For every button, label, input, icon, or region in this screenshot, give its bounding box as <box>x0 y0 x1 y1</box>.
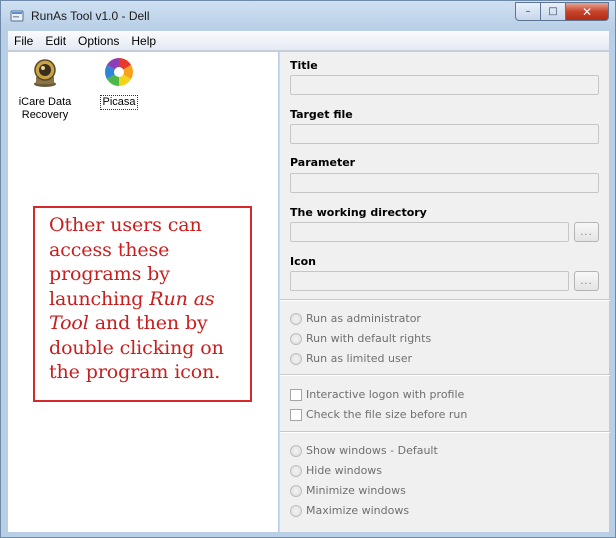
minimize-windows-radio[interactable]: Minimize windows <box>290 484 406 497</box>
radio-icon <box>290 312 302 325</box>
icare-data-recovery-icon <box>34 59 56 87</box>
program-label: Picasa <box>100 95 138 110</box>
program-picasa[interactable]: Picasa <box>86 56 152 110</box>
title-label: Title <box>290 59 318 72</box>
run-limited-user-radio[interactable]: Run as limited user <box>290 352 412 365</box>
icon-field[interactable] <box>290 271 569 291</box>
radio-icon <box>290 332 302 345</box>
check-file-size-checkbox[interactable]: Check the file size before run <box>290 408 467 421</box>
title-field[interactable] <box>290 75 599 95</box>
radio-icon <box>290 352 302 365</box>
close-button[interactable]: ✕ <box>566 2 609 21</box>
close-icon: ✕ <box>581 4 593 19</box>
annotation-note: Other users can access these programs by… <box>33 206 252 402</box>
radio-icon <box>290 444 302 457</box>
interactive-logon-checkbox[interactable]: Interactive logon with profile <box>290 388 464 401</box>
menu-options[interactable]: Options <box>72 34 125 48</box>
menu-help[interactable]: Help <box>125 34 162 48</box>
working-directory-field[interactable] <box>290 222 569 242</box>
working-directory-label: The working directory <box>290 206 427 219</box>
properties-panel: Title Target file Parameter The working … <box>279 52 610 532</box>
window-title: RunAs Tool v1.0 - Dell <box>31 9 150 23</box>
browse-icon-button[interactable]: ... <box>574 271 599 291</box>
radio-icon <box>290 464 302 477</box>
run-as-administrator-radio[interactable]: Run as administrator <box>290 312 421 325</box>
window-controls: – □ ✕ <box>515 2 609 21</box>
menu-file[interactable]: File <box>8 34 39 48</box>
target-file-label: Target file <box>290 108 353 121</box>
checkbox-icon <box>290 408 302 421</box>
radio-icon <box>290 504 302 517</box>
menu-edit[interactable]: Edit <box>39 34 72 48</box>
show-windows-radio[interactable]: Show windows - Default <box>290 444 438 457</box>
parameter-field[interactable] <box>290 173 599 193</box>
minimize-icon: – <box>525 6 531 17</box>
minimize-button[interactable]: – <box>515 2 541 21</box>
run-default-rights-radio[interactable]: Run with default rights <box>290 332 431 345</box>
program-list[interactable]: iCare Data Recovery Picasa Other users ca… <box>8 52 278 532</box>
separator <box>280 299 610 301</box>
maximize-icon: □ <box>548 6 558 17</box>
title-bar[interactable]: RunAs Tool v1.0 - Dell – □ ✕ <box>1 1 615 31</box>
separator <box>280 431 610 433</box>
menu-bar: File Edit Options Help <box>8 31 609 51</box>
app-window: RunAs Tool v1.0 - Dell – □ ✕ File Edit O… <box>0 0 616 538</box>
checkbox-icon <box>290 388 302 401</box>
target-file-field[interactable] <box>290 124 599 144</box>
maximize-button[interactable]: □ <box>541 2 566 21</box>
program-icare-data-recovery[interactable]: iCare Data Recovery <box>12 56 78 122</box>
icon-label: Icon <box>290 255 317 268</box>
radio-icon <box>290 484 302 497</box>
hide-windows-radio[interactable]: Hide windows <box>290 464 382 477</box>
app-icon <box>10 10 24 22</box>
maximize-windows-radio[interactable]: Maximize windows <box>290 504 409 517</box>
picasa-icon <box>105 58 133 86</box>
program-label: iCare Data Recovery <box>18 96 72 121</box>
parameter-label: Parameter <box>290 156 356 169</box>
browse-directory-button[interactable]: ... <box>574 222 599 242</box>
separator <box>280 374 610 376</box>
